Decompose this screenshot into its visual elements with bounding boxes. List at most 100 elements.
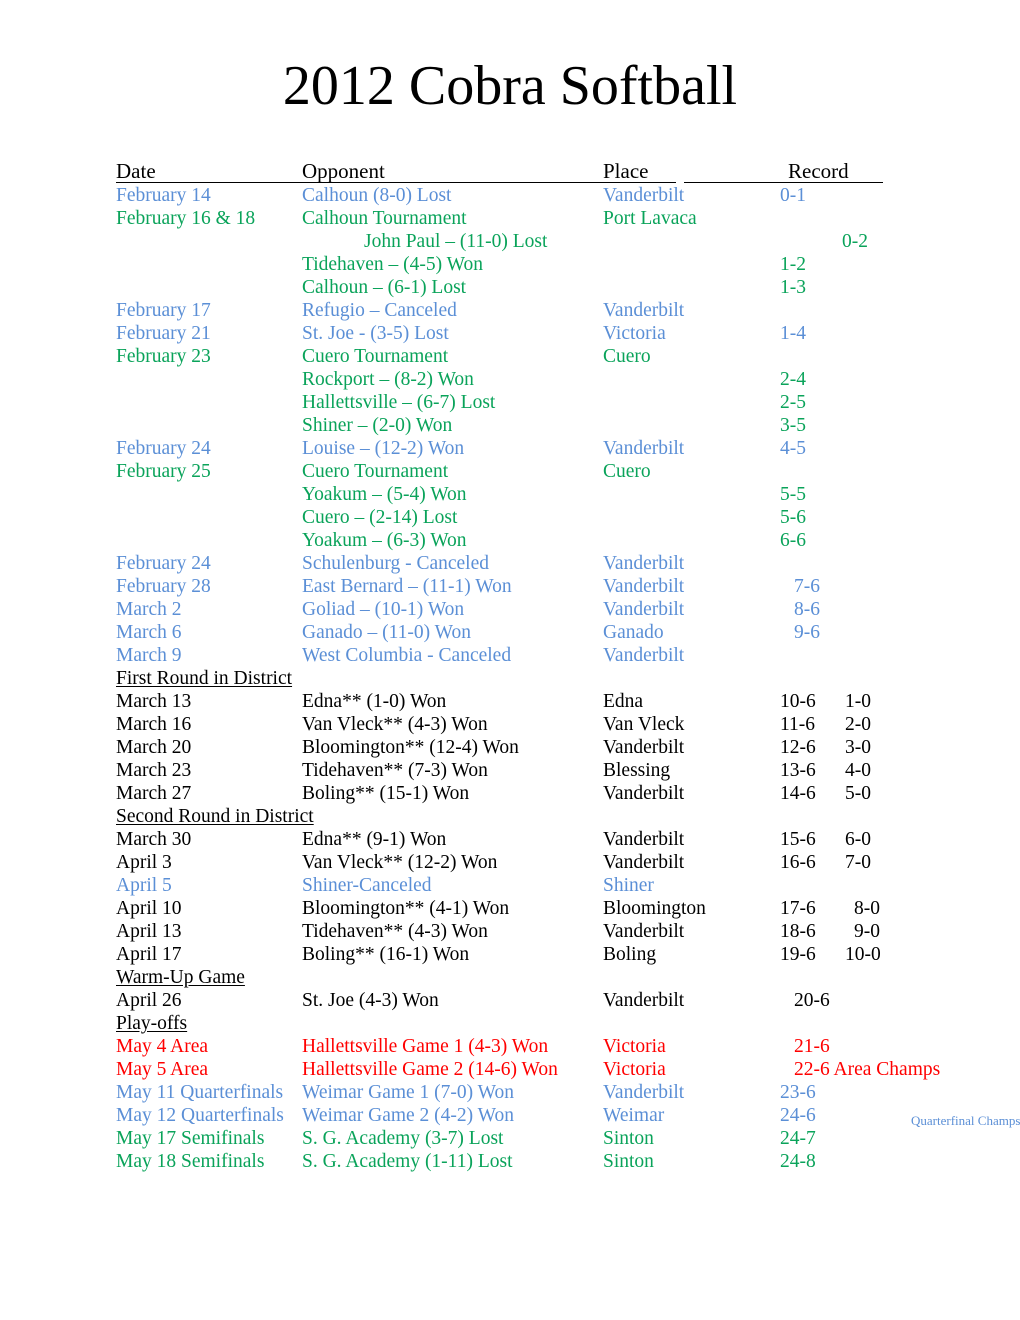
table-row: March 6 Ganado – (11-0) Won Ganado 9-6: [116, 621, 996, 644]
table-row: February 21 St. Joe - (3-5) Lost Victoria 1…: [116, 322, 996, 345]
table-row: Calhoun – (6-1) Lost 1-3: [116, 276, 996, 299]
table-row: February 16 & 18 Calhoun Tournament Port L…: [116, 207, 996, 230]
cell-district-record: 7-0: [845, 852, 871, 873]
cell-opponent: St. Joe - (3-5) Lost: [302, 323, 449, 344]
cell-record: 2-5: [780, 392, 806, 413]
cell-record: 23-6: [780, 1082, 816, 1103]
table-row: Shiner – (2-0) Won 3-5: [116, 414, 996, 437]
cell-record: 15-6: [780, 829, 816, 850]
table-row: March 13 Edna** (1-0) Won Edna 10-6 1-0: [116, 690, 996, 713]
cell-opponent: Weimar Game 2 (4-2) Won: [302, 1105, 515, 1126]
cell-date: May 12 Quarterfinals: [116, 1105, 284, 1126]
cell-place: Cuero: [603, 461, 651, 482]
cell-opponent: Tidehaven** (7-3) Won: [302, 760, 488, 781]
cell-place: Boling: [603, 944, 657, 965]
page-title: 2012 Cobra Softball: [282, 55, 738, 117]
table-row: February 14 Calhoun (8-0) Lost Vanderbilt 0…: [116, 184, 996, 207]
cell-record: 24-6: [780, 1105, 816, 1126]
cell-opponent: Schulenburg - Canceled: [302, 553, 490, 574]
cell-record: 8-6: [794, 599, 820, 620]
cell-record: 20-6: [794, 990, 830, 1011]
cell-opponent: Refugio – Canceled: [302, 300, 457, 321]
cell-opponent: Bloomington** (4-1) Won: [302, 898, 510, 919]
cell-date: February 14: [116, 185, 211, 206]
cell-date: April 3: [116, 852, 172, 873]
table-row: April 10 Bloomington** (4-1) Won Bloomingt…: [116, 897, 996, 920]
cell-district-record: 9-0: [854, 921, 880, 942]
table-row: February 24 Louise – (12-2) Won Vanderbilt…: [116, 437, 996, 460]
cell-record: 1-2: [780, 254, 806, 275]
table-row: April 3 Van Vleck** (12-2) Won Vanderbilt 1…: [116, 851, 996, 874]
column-header-opponent: Opponent: [302, 159, 385, 183]
cell-date: March 9: [116, 645, 182, 666]
cell-record: 19-6: [780, 944, 816, 965]
section-heading-label: Play-offs: [116, 1013, 188, 1034]
cell-place: Vanderbilt: [603, 185, 685, 206]
cell-place: Vanderbilt: [603, 553, 685, 574]
cell-district-record: 8-0: [854, 898, 880, 919]
cell-place: Weimar: [603, 1105, 665, 1126]
cell-opponent: West Columbia - Canceled: [302, 645, 512, 666]
cell-record: 14-6: [780, 783, 816, 804]
column-header-place: Place: [603, 159, 649, 183]
cell-record: 11-6: [780, 714, 816, 735]
cell-opponent: St. Joe (4-3) Won: [302, 990, 439, 1011]
cell-opponent: Shiner-Canceled: [302, 875, 432, 896]
cell-place: Vanderbilt: [603, 829, 685, 850]
cell-record: 12-6: [780, 737, 816, 758]
cell-opponent: Goliad – (10-1) Won: [302, 599, 465, 620]
section-heading-label: Second Round in District: [116, 806, 314, 827]
cell-record: 21-6: [794, 1036, 830, 1057]
table-row: March 16 Van Vleck** (4-3) Won Van Vleck 11…: [116, 713, 996, 736]
schedule-rows: February 14 Calhoun (8-0) Lost Vanderbilt 0…: [116, 184, 1020, 1173]
cell-opponent: S. G. Academy (3-7) Lost: [302, 1128, 504, 1149]
cell-place: Cuero: [603, 346, 651, 367]
cell-place: Ganado: [603, 622, 664, 643]
table-row: March 20 Bloomington** (12-4) Won Vanderbi…: [116, 736, 996, 759]
cell-record: 16-6: [780, 852, 816, 873]
cell-date: May 5 Area: [116, 1059, 209, 1080]
table-row: May 5 Area Hallettsville Game 2 (14-6) Wo…: [116, 1058, 996, 1081]
cell-record: 1-3: [780, 277, 806, 298]
cell-place: Shiner: [603, 875, 654, 896]
cell-place: Van Vleck: [603, 714, 685, 735]
cell-opponent: Hallettsville Game 1 (4-3) Won: [302, 1036, 549, 1057]
cell-opponent: Cuero – (2-14) Lost: [302, 507, 458, 528]
cell-district-record: 4-0: [845, 760, 871, 781]
cell-place: Vanderbilt: [603, 599, 685, 620]
cell-place: Blessing: [603, 760, 671, 781]
table-row: February 28 East Bernard – (11-1) Won Vand…: [116, 575, 996, 598]
cell-date: February 23: [116, 346, 211, 367]
cell-date: April 5: [116, 875, 172, 896]
cell-date: February 24: [116, 438, 211, 459]
table-row: May 18 Semifinals S. G. Academy (1-11) Lo…: [116, 1150, 996, 1173]
cell-opponent: Bloomington** (12-4) Won: [302, 737, 519, 758]
cell-place: Sinton: [603, 1128, 654, 1149]
section-heading-label: Warm-Up Game: [116, 967, 245, 988]
cell-record: 4-5: [780, 438, 806, 459]
cell-record: 17-6: [780, 898, 816, 919]
cell-opponent: Cuero Tournament: [302, 461, 449, 482]
schedule-table: Date Opponent Place Record February 14 Ca…: [116, 158, 1020, 1173]
cell-date: February 21: [116, 323, 211, 344]
cell-place: Vanderbilt: [603, 576, 685, 597]
table-row: March 30 Edna** (9-1) Won Vanderbilt 15-6 6-…: [116, 828, 996, 851]
cell-opponent: Van Vleck** (4-3) Won: [302, 714, 488, 735]
cell-place: Port Lavaca: [603, 208, 697, 229]
cell-place: Victoria: [603, 323, 666, 344]
cell-date: April 17: [116, 944, 182, 965]
table-row: Cuero – (2-14) Lost 5-6: [116, 506, 996, 529]
cell-record: 3-5: [780, 415, 806, 436]
cell-record: 18-6: [780, 921, 816, 942]
cell-opponent: Yoakum – (5-4) Won: [302, 484, 467, 505]
cell-district-record: 5-0: [845, 783, 871, 804]
cell-record: 9-6: [794, 622, 820, 643]
cell-opponent: Rockport – (8-2) Won: [302, 369, 474, 390]
cell-opponent: Louise – (12-2) Won: [302, 438, 465, 459]
cell-place: Sinton: [603, 1151, 654, 1172]
cell-place: Vanderbilt: [603, 300, 685, 321]
cell-record: 22-6 Area Champs: [794, 1059, 941, 1080]
cell-record: 10-6: [780, 691, 816, 712]
cell-opponent: Ganado – (11-0) Won: [302, 622, 472, 643]
cell-opponent: Edna** (9-1) Won: [302, 829, 447, 850]
